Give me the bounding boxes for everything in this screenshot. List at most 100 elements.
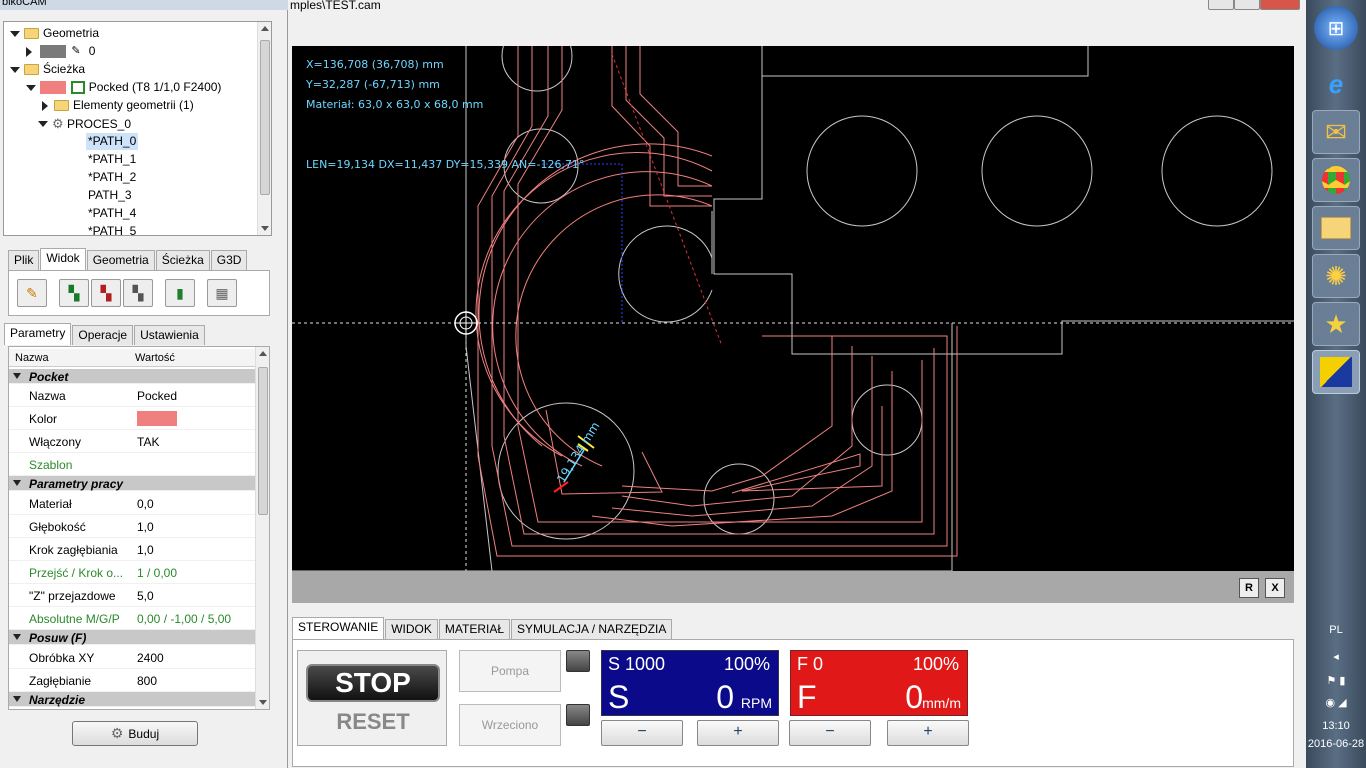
maximize-button[interactable] (1234, 0, 1260, 10)
tree-scrollbar[interactable] (257, 22, 271, 235)
pencil-icon: ✎ (26, 284, 38, 301)
view-toolbar: ✎ ▚ ▚ ▚ ▮ ▦ (8, 270, 270, 316)
prop-zaglebianie[interactable]: Zagłębianie 800 (9, 669, 255, 692)
star-icon: ★ (1324, 308, 1348, 339)
chrome-icon (1322, 166, 1350, 194)
tray-language[interactable]: PL (1306, 624, 1366, 636)
tab-widok[interactable]: Widok (40, 248, 86, 270)
tree-item-layer-0[interactable]: ✎ 0 (26, 43, 95, 60)
taskbar-ie[interactable]: e (1312, 62, 1360, 106)
prop-absolutne[interactable]: Absolutne M/G/P 0,00 / -1,00 / 5,00 (9, 607, 255, 630)
cad-drawing[interactable] (292, 46, 1294, 571)
reset-view-button[interactable]: R (1239, 578, 1259, 598)
feed-minus-button[interactable]: − (789, 720, 871, 746)
close-view-button[interactable]: X (1265, 578, 1285, 598)
tab-sterowanie[interactable]: STEROWANIE (292, 617, 385, 639)
tab-plik[interactable]: Plik (8, 250, 40, 270)
prop-szablon[interactable]: Szablon (9, 453, 255, 476)
outlook-icon: ✉ (1325, 116, 1347, 147)
tray-network-icon[interactable]: ◉ ◢ (1306, 696, 1366, 709)
compass-icon: ✺ (1325, 260, 1347, 291)
view-red-button[interactable]: ▚ (91, 279, 121, 307)
geometry-outlines (292, 46, 1294, 571)
taskbar-app-star[interactable]: ★ (1312, 302, 1360, 346)
prop-z-przejazdowe[interactable]: "Z" przejazdowe 5,0 (9, 584, 255, 607)
left-panel: bikoCAM Geometria ✎ 0 Ścieżka Pocked (T8… (0, 0, 288, 768)
tree-item-geometria[interactable]: Geometria (10, 25, 99, 42)
section-parametry-pracy[interactable]: Parametry pracy (9, 476, 255, 491)
tree-item-path-3[interactable]: PATH_3 (88, 187, 132, 204)
prop-nazwa[interactable]: Nazwa Pocked (9, 384, 255, 407)
prop-krok[interactable]: Krok zagłębiania 1,0 (9, 538, 255, 561)
tab-symulacja[interactable]: SYMULACJA / NARZĘDZIA (511, 619, 673, 639)
tree-item-proces[interactable]: ⚙ PROCES_0 (38, 115, 131, 132)
view-gray-button[interactable]: ▚ (123, 279, 153, 307)
color-swatch[interactable] (137, 411, 177, 426)
pompa-button[interactable]: Pompa (459, 650, 561, 692)
grid-view-button[interactable]: ▦ (207, 279, 237, 307)
minimize-button[interactable] (1208, 0, 1234, 10)
prop-glebokosc[interactable]: Głębokość 1,0 (9, 515, 255, 538)
section-pocket[interactable]: Pocket (9, 369, 255, 384)
tree-item-path-4[interactable]: *PATH_4 (88, 205, 136, 222)
tab-parametry[interactable]: Parametry (4, 323, 72, 345)
tab-material[interactable]: MATERIAŁ (438, 619, 511, 639)
pocket-icon (71, 81, 86, 95)
tray-flag-icon[interactable]: ⚑ ▮ (1306, 674, 1366, 687)
tab-ustawienia[interactable]: Ustawienia (134, 325, 205, 345)
spindle-minus-button[interactable]: − (601, 720, 683, 746)
layers-red-icon: ▚ (100, 284, 112, 301)
hud-measurement: LEN=19,134 DX=11,437 DY=15,339 AN=-126,7… (306, 158, 585, 171)
tree-item-path-1[interactable]: *PATH_1 (88, 151, 136, 168)
folder-icon (1321, 217, 1351, 239)
taskbar-outlook[interactable]: ✉ (1312, 110, 1360, 154)
prop-przejsc[interactable]: Przejść / Krok o... 1 / 0,00 (9, 561, 255, 584)
prop-wlaczony[interactable]: Włączony TAK (9, 430, 255, 453)
main-area: mples\TEST.cam X=136,708 (36,708) mm Y=3… (288, 0, 1306, 768)
feed-gauge: F 0 100% F 0 mm/m (790, 650, 968, 716)
tab-operacje[interactable]: Operacje (72, 325, 134, 345)
buduj-button[interactable]: ⚙ Buduj (72, 721, 198, 746)
property-scrollbar[interactable] (255, 347, 269, 709)
spindle-plus-button[interactable]: + (697, 720, 779, 746)
wrzeciono-indicator (566, 704, 590, 726)
material-view-button[interactable]: ▮ (165, 279, 195, 307)
start-button[interactable]: ⊞ (1314, 6, 1358, 50)
prop-kolor[interactable]: Kolor (9, 407, 255, 430)
taskbar-app-compass[interactable]: ✺ (1312, 254, 1360, 298)
view-color-button[interactable]: ▚ (59, 279, 89, 307)
tab-g3d[interactable]: G3D (210, 250, 248, 270)
project-tree[interactable]: Geometria ✎ 0 Ścieżka Pocked (T8 1/1,0 F… (3, 21, 272, 236)
taskbar-bikocam[interactable] (1312, 350, 1360, 394)
tab-widok-ctrl[interactable]: WIDOK (385, 619, 438, 639)
prop-obrobka-xy[interactable]: Obróbka XY 2400 (9, 646, 255, 669)
property-header: Nazwa Wartość (9, 349, 255, 367)
taskbar-chrome[interactable] (1312, 158, 1360, 202)
layers-color-icon: ▚ (68, 284, 80, 301)
gear-icon: ⚙ (52, 116, 64, 131)
tree-item-path-5[interactable]: *PATH_5 (88, 223, 136, 235)
section-posuw[interactable]: Posuw (F) (9, 630, 255, 645)
tray-time[interactable]: 13:10 (1306, 720, 1366, 732)
wrzeciono-button[interactable]: Wrzeciono (459, 704, 561, 746)
tree-item-sciezka[interactable]: Ścieżka (10, 61, 85, 78)
cad-viewport[interactable]: X=136,708 (36,708) mm Y=32,287 (-67,713)… (292, 46, 1294, 571)
bikocam-icon (1320, 357, 1352, 387)
reset-button[interactable]: RESET (298, 709, 448, 735)
tree-item-path-0[interactable]: *PATH_0 (86, 133, 139, 150)
feed-plus-button[interactable]: + (887, 720, 969, 746)
prop-material[interactable]: Materiał 0,0 (9, 492, 255, 515)
section-narzedzie[interactable]: Narzędzie (9, 692, 255, 707)
tab-sciezka[interactable]: Ścieżka (155, 250, 210, 270)
tree-item-path-2[interactable]: *PATH_2 (88, 169, 136, 186)
viewport-footer (292, 571, 1294, 603)
close-window-button[interactable] (1260, 0, 1300, 10)
stop-button[interactable]: STOP (306, 664, 440, 702)
tray-date[interactable]: 2016-06-28 (1306, 738, 1366, 750)
tab-geometria[interactable]: Geometria (86, 250, 155, 270)
taskbar-explorer[interactable] (1312, 206, 1360, 250)
tree-item-elementy[interactable]: Elementy geometrii (1) (42, 97, 194, 114)
tray-expand-icon[interactable]: ◂ (1306, 650, 1366, 663)
edit-button[interactable]: ✎ (17, 279, 47, 307)
tree-item-pocked[interactable]: Pocked (T8 1/1,0 F2400) (26, 79, 221, 96)
